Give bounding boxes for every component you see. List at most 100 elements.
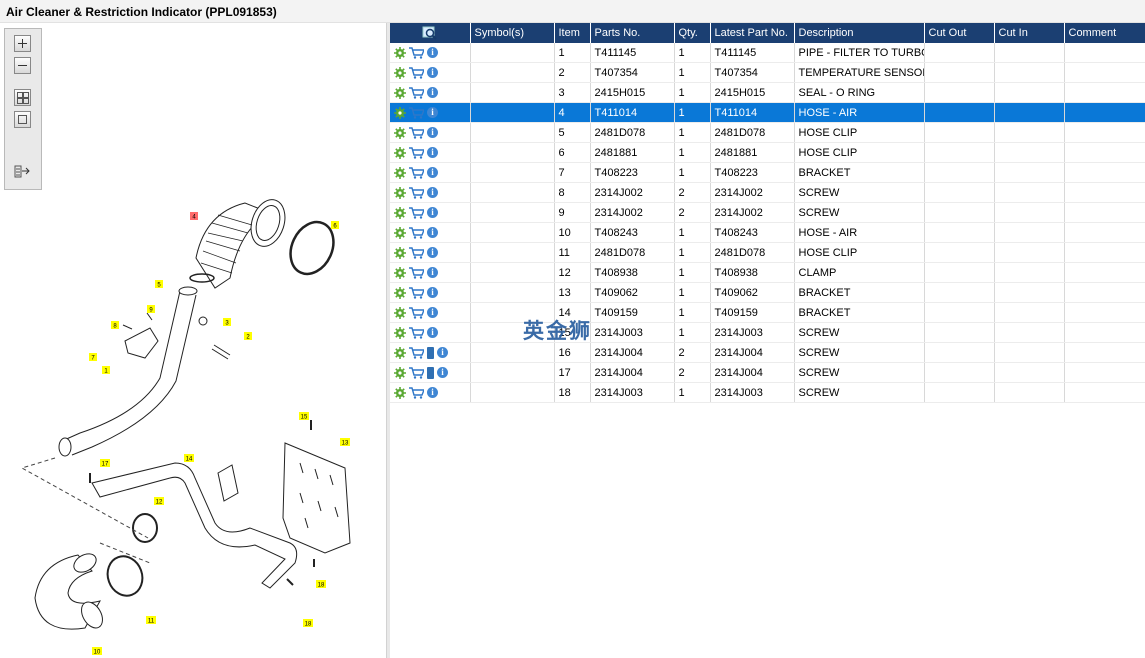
gear-icon[interactable]: [394, 206, 406, 219]
info-icon[interactable]: i: [427, 327, 438, 339]
info-icon[interactable]: i: [427, 387, 438, 399]
gear-icon[interactable]: [394, 386, 406, 399]
info-icon[interactable]: i: [427, 127, 438, 139]
row-actions[interactable]: i: [390, 262, 471, 283]
table-row[interactable]: i 10 T408243 1 T408243 HOSE - AIR: [390, 222, 1145, 243]
callout-7[interactable]: 7: [89, 353, 97, 362]
column-header-item[interactable]: Item: [554, 23, 591, 43]
gear-icon[interactable]: [394, 186, 406, 199]
callout-14[interactable]: 14: [184, 454, 194, 463]
row-actions[interactable]: i: [390, 182, 471, 203]
cart-icon[interactable]: [409, 306, 424, 319]
info-icon[interactable]: i: [427, 47, 438, 59]
info-icon[interactable]: i: [427, 187, 438, 199]
gear-icon[interactable]: [394, 66, 406, 79]
cart-icon[interactable]: [409, 206, 424, 219]
row-actions[interactable]: i: [390, 342, 471, 363]
zoom-in-icon[interactable]: [14, 35, 31, 52]
callout-12[interactable]: 12: [154, 497, 164, 506]
gear-icon[interactable]: [394, 46, 406, 59]
cart-icon[interactable]: [409, 186, 424, 199]
zoom-out-icon[interactable]: [14, 57, 31, 74]
gear-icon[interactable]: [394, 346, 406, 359]
row-actions[interactable]: i: [390, 102, 471, 123]
cart-icon[interactable]: [409, 366, 424, 379]
cart-icon[interactable]: [409, 86, 424, 99]
cart-icon[interactable]: [409, 346, 424, 359]
column-header-search[interactable]: [390, 23, 471, 43]
table-row[interactable]: i 16 2314J004 2 2314J004 SCREW: [390, 342, 1145, 363]
row-actions[interactable]: i: [390, 82, 471, 103]
column-header-description[interactable]: Description: [794, 23, 925, 43]
row-actions[interactable]: i: [390, 302, 471, 323]
column-header-symbols[interactable]: Symbol(s): [470, 23, 555, 43]
callout-4[interactable]: 4: [190, 212, 198, 221]
row-actions[interactable]: i: [390, 142, 471, 163]
callout-16[interactable]: 18: [303, 619, 313, 628]
row-actions[interactable]: i: [390, 362, 471, 383]
cart-icon[interactable]: [409, 226, 424, 239]
info-icon[interactable]: i: [427, 227, 438, 239]
row-actions[interactable]: i: [390, 43, 471, 63]
callout-15[interactable]: 15: [299, 412, 309, 421]
gear-icon[interactable]: [394, 106, 406, 119]
book-icon[interactable]: [427, 366, 434, 379]
info-icon[interactable]: i: [427, 147, 438, 159]
table-row[interactable]: i 17 2314J004 2 2314J004 SCREW: [390, 362, 1145, 383]
table-row[interactable]: i 1 T411145 1 T411145 PIPE - FILTER TO TURBO: [390, 43, 1145, 63]
callout-6[interactable]: 6: [331, 221, 339, 230]
info-icon[interactable]: i: [427, 207, 438, 219]
gear-icon[interactable]: [394, 146, 406, 159]
diagram-pane[interactable]: 4 6 5 9 8 3 2 7 1 15 13 14 17 12 18 11 1…: [0, 23, 386, 658]
cart-icon[interactable]: [409, 166, 424, 179]
cart-icon[interactable]: [409, 126, 424, 139]
callout-18[interactable]: 18: [316, 580, 326, 589]
table-row[interactable]: i 12 T408938 1 T408938 CLAMP: [390, 262, 1145, 283]
hose-elbow-drawing[interactable]: [34, 550, 107, 632]
cart-icon[interactable]: [409, 246, 424, 259]
table-row[interactable]: i 14 T409159 1 T409159 BRACKET: [390, 302, 1145, 323]
info-icon[interactable]: i: [427, 87, 438, 99]
cart-icon[interactable]: [409, 66, 424, 79]
info-icon[interactable]: i: [427, 107, 438, 119]
row-actions[interactable]: i: [390, 382, 471, 403]
callout-5[interactable]: 5: [155, 280, 163, 289]
gear-icon[interactable]: [394, 246, 406, 259]
row-actions[interactable]: i: [390, 322, 471, 343]
gear-icon[interactable]: [394, 226, 406, 239]
table-row[interactable]: i 9 2314J002 2 2314J002 SCREW: [390, 202, 1145, 223]
gear-icon[interactable]: [394, 286, 406, 299]
column-header-latest-part-no[interactable]: Latest Part No.: [710, 23, 795, 43]
column-header-comment[interactable]: Comment: [1064, 23, 1145, 43]
cart-icon[interactable]: [409, 386, 424, 399]
hose-air-drawing[interactable]: [195, 195, 291, 289]
exploded-parts-diagram[interactable]: 4 6 5 9 8 3 2 7 1 15 13 14 17 12 18 11 1…: [0, 23, 386, 658]
cart-icon[interactable]: [409, 146, 424, 159]
table-row[interactable]: i 13 T409062 1 T409062 BRACKET: [390, 282, 1145, 303]
row-actions[interactable]: i: [390, 62, 471, 83]
gear-icon[interactable]: [394, 86, 406, 99]
fit-to-window-icon[interactable]: [14, 89, 31, 106]
callout-8[interactable]: 8: [111, 321, 119, 330]
cart-icon[interactable]: [409, 266, 424, 279]
cart-icon[interactable]: [409, 326, 424, 339]
table-row[interactable]: i 4 T411014 1 T411014 HOSE - AIR: [390, 102, 1145, 123]
table-row[interactable]: i 3 2415H015 1 2415H015 SEAL - O RING: [390, 82, 1145, 103]
info-icon[interactable]: i: [427, 247, 438, 259]
gear-icon[interactable]: [394, 326, 406, 339]
table-row[interactable]: i 7 T408223 1 T408223 BRACKET: [390, 162, 1145, 183]
info-icon[interactable]: i: [427, 67, 438, 79]
gear-icon[interactable]: [394, 126, 406, 139]
find-icon[interactable]: [422, 26, 438, 40]
callout-11[interactable]: 11: [146, 616, 156, 625]
info-icon[interactable]: i: [427, 287, 438, 299]
row-actions[interactable]: i: [390, 242, 471, 263]
table-row[interactable]: i 15 2314J003 1 2314J003 SCREW: [390, 322, 1145, 343]
cart-icon[interactable]: [409, 286, 424, 299]
info-icon[interactable]: i: [427, 307, 438, 319]
gear-icon[interactable]: [394, 166, 406, 179]
table-row[interactable]: i 18 2314J003 1 2314J003 SCREW: [390, 382, 1145, 403]
gear-icon[interactable]: [394, 306, 406, 319]
info-icon[interactable]: i: [427, 167, 438, 179]
gear-icon[interactable]: [394, 266, 406, 279]
